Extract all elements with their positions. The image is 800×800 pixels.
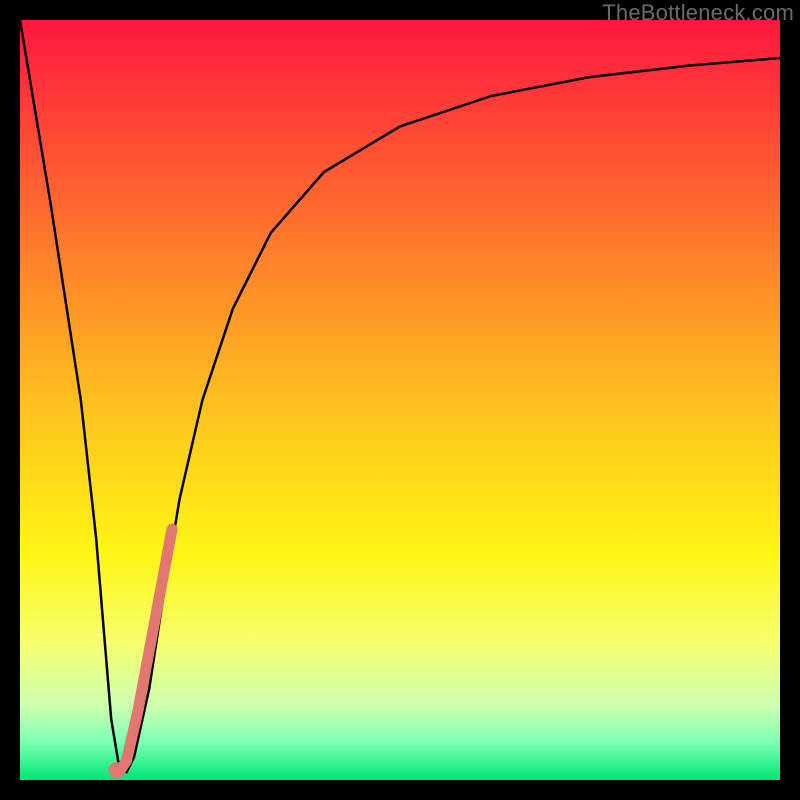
highlight-dot	[109, 762, 125, 778]
chart-frame: TheBottleneck.com	[0, 0, 800, 800]
watermark-text: TheBottleneck.com	[602, 0, 794, 26]
chart-plot	[20, 20, 780, 780]
chart-background	[20, 20, 780, 780]
